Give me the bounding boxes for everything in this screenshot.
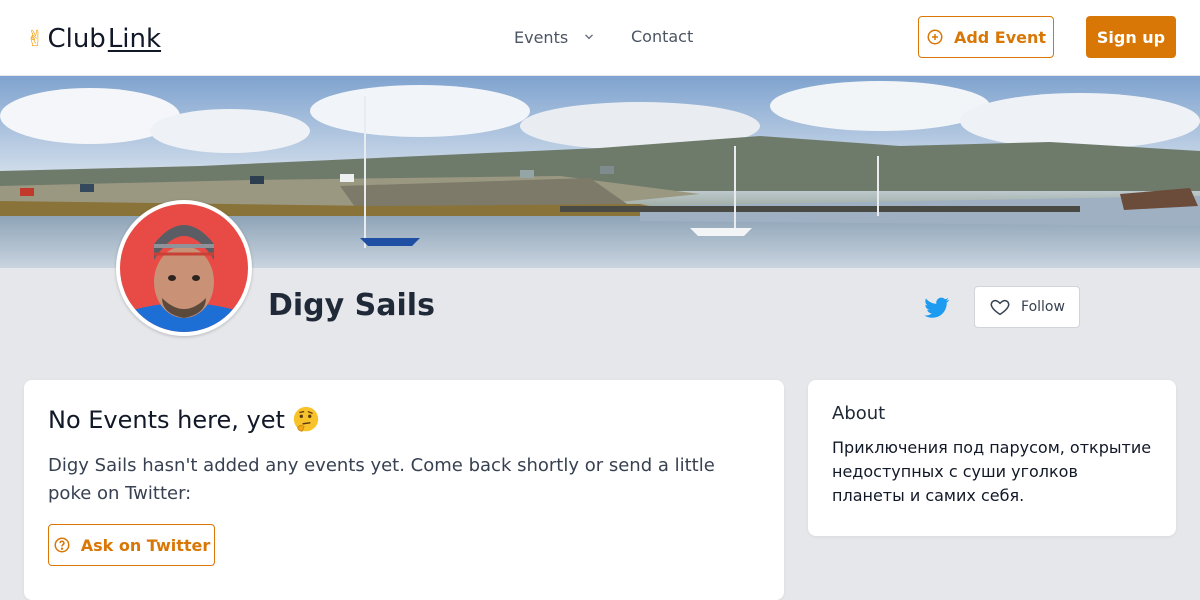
question-circle-icon bbox=[54, 537, 70, 553]
twitter-icon bbox=[924, 297, 950, 318]
logo-text-club: Club bbox=[47, 24, 106, 54]
events-title-text: No Events here, yet bbox=[48, 406, 285, 434]
about-text: Приключения под парусом, открытие недост… bbox=[832, 438, 1152, 505]
victory-hand-icon: ✌ bbox=[26, 26, 45, 52]
nav-events-label: Events bbox=[514, 27, 569, 47]
heart-icon bbox=[990, 299, 1010, 316]
follow-label: Follow bbox=[1021, 299, 1065, 315]
plus-circle-icon bbox=[927, 29, 943, 45]
nav-contact-link[interactable]: Contact bbox=[631, 26, 693, 48]
about-card: About Приключения под парусом, открытие … bbox=[808, 380, 1176, 536]
ask-on-twitter-button[interactable]: Ask on Twitter bbox=[48, 524, 215, 566]
signup-button[interactable]: Sign up bbox=[1086, 16, 1176, 58]
follow-button[interactable]: Follow bbox=[974, 286, 1080, 328]
events-card: No Events here, yet Digy Sails hasn't ad… bbox=[24, 380, 784, 600]
about-title: About bbox=[832, 403, 886, 424]
thinking-face-icon bbox=[293, 406, 319, 432]
top-header: ✌ Club Link Events Contact Add Event Sign… bbox=[0, 0, 1200, 76]
events-message: Digy Sails hasn't added any events yet. … bbox=[48, 455, 715, 504]
profile-avatar bbox=[116, 200, 252, 336]
twitter-profile-link[interactable] bbox=[924, 294, 952, 320]
nav-events-dropdown[interactable]: Events bbox=[514, 26, 596, 48]
clublink-logo[interactable]: ✌ Club Link bbox=[26, 22, 161, 56]
avatar-portrait bbox=[120, 204, 248, 332]
chevron-down-icon bbox=[585, 34, 594, 40]
ask-on-twitter-label: Ask on Twitter bbox=[80, 535, 211, 555]
logo-text-link: Link bbox=[107, 24, 162, 54]
profile-name: Digy Sails bbox=[268, 288, 435, 323]
add-event-label: Add Event bbox=[953, 27, 1047, 47]
events-title: No Events here, yet bbox=[48, 404, 321, 436]
add-event-button[interactable]: Add Event bbox=[918, 16, 1054, 58]
